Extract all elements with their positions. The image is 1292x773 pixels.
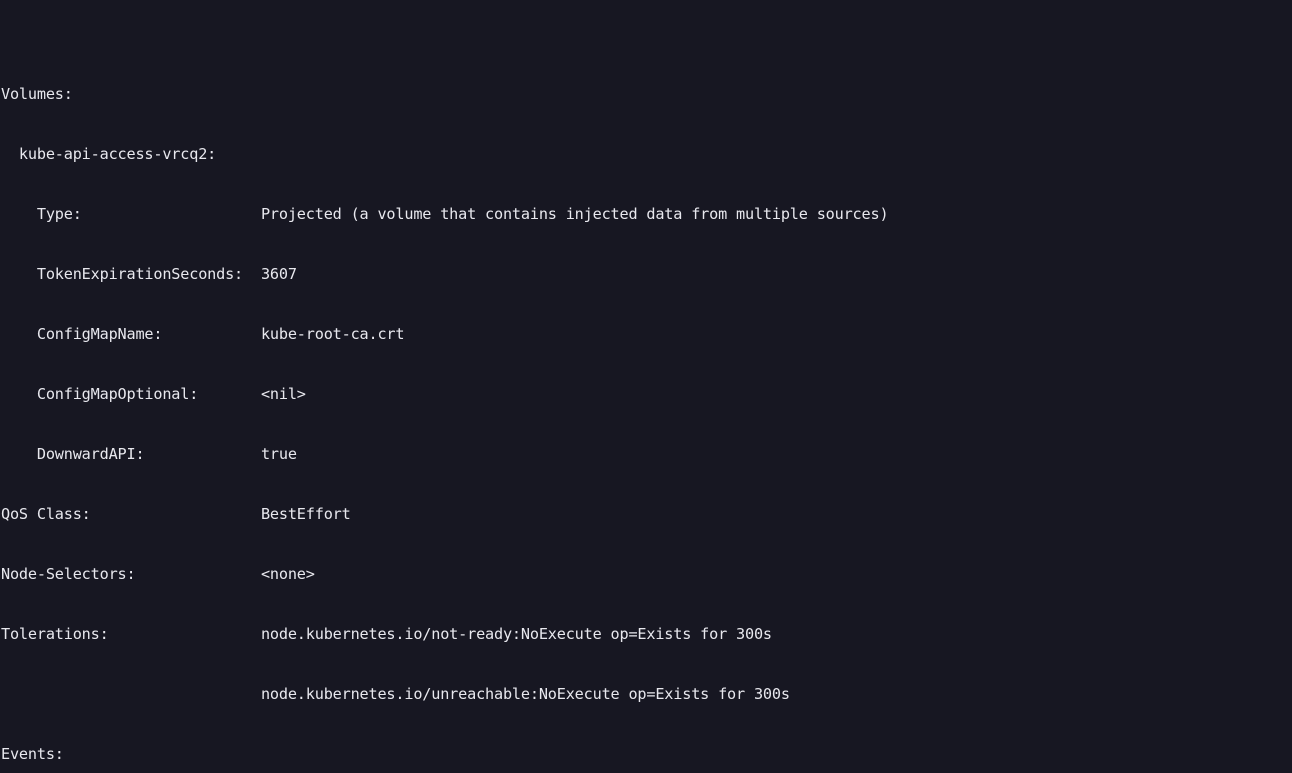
terminal-window[interactable]: Volumes: kube-api-access-vrcq2: Type: Pr… bbox=[0, 0, 1292, 773]
describe-field-configmap-optional: ConfigMapOptional: <nil> bbox=[1, 385, 306, 403]
describe-field-node-selectors: Node-Selectors: <none> bbox=[1, 565, 315, 583]
describe-field-downward-api: DownwardAPI: true bbox=[1, 445, 297, 463]
describe-events-label: Events: bbox=[1, 745, 64, 763]
describe-field-qos-class: QoS Class: BestEffort bbox=[1, 505, 351, 523]
describe-field-token-expiration-seconds: TokenExpirationSeconds: 3607 bbox=[1, 265, 297, 283]
describe-field-tolerations-2: node.kubernetes.io/unreachable:NoExecute… bbox=[1, 685, 790, 703]
describe-field-configmap-name: ConfigMapName: kube-root-ca.crt bbox=[1, 325, 405, 343]
describe-volume-name: kube-api-access-vrcq2: bbox=[1, 145, 217, 163]
describe-field-tolerations-1: Tolerations: node.kubernetes.io/not-read… bbox=[1, 625, 772, 643]
describe-volumes-label: Volumes: bbox=[1, 85, 73, 103]
describe-field-type: Type: Projected (a volume that contains … bbox=[1, 205, 889, 223]
